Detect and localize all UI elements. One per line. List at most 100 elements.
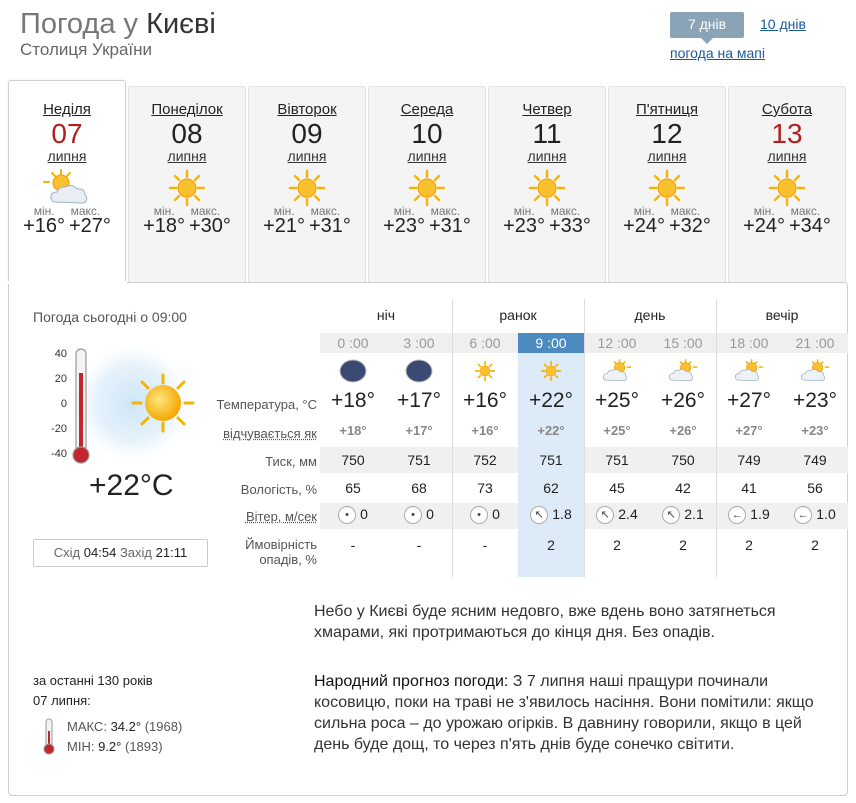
- day-tab-5[interactable]: П'ятниця 12 липня мін. макс. +24° +32°: [608, 86, 726, 282]
- history-max-label: МАКС:: [67, 719, 107, 734]
- hour-label: 12 :00: [597, 335, 637, 351]
- day-month[interactable]: липня: [369, 148, 485, 164]
- hour-temperature: +17°: [396, 389, 442, 412]
- wind-w-icon: ←: [728, 506, 747, 525]
- hour-precip: 2: [811, 537, 819, 553]
- scale-m20: -20: [51, 423, 67, 435]
- history-min-year: (1893): [124, 739, 163, 754]
- hour-temperature: +23°: [792, 389, 838, 412]
- day-month[interactable]: липня: [609, 148, 725, 164]
- history-max-value: 34.2°: [110, 719, 142, 734]
- seven-days-button[interactable]: 7 днів: [670, 12, 744, 44]
- day-month[interactable]: липня: [249, 148, 365, 164]
- hour-pressure: 752: [473, 452, 497, 468]
- day-month[interactable]: липня: [489, 148, 605, 164]
- day-number: 12: [651, 118, 683, 149]
- day-tab-1[interactable]: Понеділок 08 липня мін. макс. +18° +30°: [128, 86, 246, 282]
- hour-pressure: 751: [539, 452, 563, 468]
- day-month[interactable]: липня: [129, 148, 245, 164]
- day-tab-6[interactable]: Субота 13 липня мін. макс. +24° +34°: [728, 86, 846, 282]
- label-precip-2: опадів, %: [259, 552, 317, 567]
- hour-feels-like: +18°: [339, 423, 367, 438]
- hour-pressure: 750: [671, 452, 695, 468]
- label-wind: Вітер, м/сек: [245, 509, 317, 524]
- minmax-values: +23° +31°: [369, 215, 485, 238]
- calm-icon: •: [338, 506, 357, 525]
- day-name[interactable]: Середа: [369, 101, 485, 118]
- hour-pressure: 749: [737, 452, 761, 468]
- wind-speed: 0: [492, 506, 500, 522]
- max-temp: +31°: [309, 215, 351, 237]
- wind-w-icon: ←: [794, 506, 813, 525]
- wind-nw-icon: ↖: [596, 506, 615, 525]
- day-name[interactable]: Неділя: [9, 101, 125, 118]
- hour-feels-like: +25°: [603, 423, 631, 438]
- scale-0: 0: [61, 398, 67, 410]
- minmax-values: +23° +33°: [489, 215, 605, 238]
- small-thermometer-icon: [43, 718, 55, 755]
- weather-map-link[interactable]: погода на мапі: [670, 45, 765, 61]
- day-tab-4[interactable]: Четвер 11 липня мін. макс. +23° +33°: [488, 86, 606, 282]
- wind-nw-icon: ↖: [662, 506, 681, 525]
- day-month[interactable]: липня: [9, 148, 125, 164]
- sunset-time: 21:11: [155, 545, 188, 560]
- ten-days-link[interactable]: 10 днів: [760, 16, 806, 32]
- scale-20: 20: [55, 373, 67, 385]
- day-number: 08: [171, 118, 203, 149]
- thermometer-icon: [72, 348, 90, 464]
- day-number: 09: [291, 118, 323, 149]
- max-temp: +33°: [549, 215, 591, 237]
- day-tab-3[interactable]: Середа 10 липня мін. макс. +23° +31°: [368, 86, 486, 282]
- history-min-value: 9.2°: [98, 739, 122, 754]
- sun-icon: [521, 166, 573, 210]
- title-city: Києві: [146, 8, 216, 40]
- moon-icon: [386, 357, 452, 385]
- sun-cloud-icon: [782, 357, 848, 385]
- sunset-label: Захід: [119, 545, 153, 560]
- wind-nw-icon: ↖: [530, 506, 549, 525]
- hour-label: 18 :00: [729, 335, 769, 351]
- day-name[interactable]: Понеділок: [129, 101, 245, 118]
- wind-speed: 0: [360, 506, 368, 522]
- hour-precip: 2: [613, 537, 621, 553]
- period-label: ранок: [499, 307, 537, 323]
- sun-icon: [641, 166, 693, 210]
- minmax-values: +16° +27°: [9, 215, 125, 238]
- hour-feels-like: +17°: [405, 423, 433, 438]
- wind-speed: 1.9: [750, 506, 770, 522]
- day-number: 13: [771, 118, 803, 149]
- scale-40: 40: [55, 348, 67, 360]
- hour-label: 9 :00: [535, 335, 567, 351]
- day-tab-2[interactable]: Вівторок 09 липня мін. макс. +21° +31°: [248, 86, 366, 282]
- hour-precip: -: [350, 537, 356, 553]
- hour-label: 15 :00: [663, 335, 703, 351]
- day-name[interactable]: Четвер: [489, 101, 605, 118]
- day-month[interactable]: липня: [729, 148, 845, 164]
- sunrise-sunset: Схід 04:54 Захід 21:11: [33, 539, 208, 567]
- day-name[interactable]: Вівторок: [249, 101, 365, 118]
- hour-wind: ↖ 2.1: [650, 506, 716, 525]
- wind-speed: 2.4: [618, 506, 638, 522]
- hour-feels-like: +16°: [471, 423, 499, 438]
- label-precip: Ймовірність опадів, %: [189, 537, 317, 567]
- day-name[interactable]: П'ятниця: [609, 101, 725, 118]
- sun-icon: [131, 373, 195, 433]
- hour-wind: • 0: [320, 506, 386, 525]
- hour-humidity: 56: [807, 480, 823, 496]
- hour-temperature: +16°: [462, 389, 508, 412]
- day-number: 07: [51, 118, 83, 149]
- day-tab-0[interactable]: Неділя 07 липня мін. макс. +16° +27°: [8, 80, 126, 284]
- history-minmax: МАКС: 34.2° (1968) МІН: 9.2° (1893): [67, 717, 182, 757]
- hour-humidity: 41: [741, 480, 757, 496]
- hour-feels-like: +27°: [735, 423, 763, 438]
- sun-icon: [281, 166, 333, 210]
- max-temp: +32°: [669, 215, 711, 237]
- label-pressure: Тиск, мм: [265, 454, 317, 469]
- hour-precip: -: [416, 537, 422, 553]
- hour-feels-like: +22°: [537, 423, 565, 438]
- hour-wind: ↖ 1.8: [518, 506, 584, 525]
- hour-label: 3 :00: [403, 335, 435, 351]
- hour-humidity: 73: [477, 480, 493, 496]
- sun-cloud-icon: [716, 357, 782, 385]
- day-name[interactable]: Субота: [729, 101, 845, 118]
